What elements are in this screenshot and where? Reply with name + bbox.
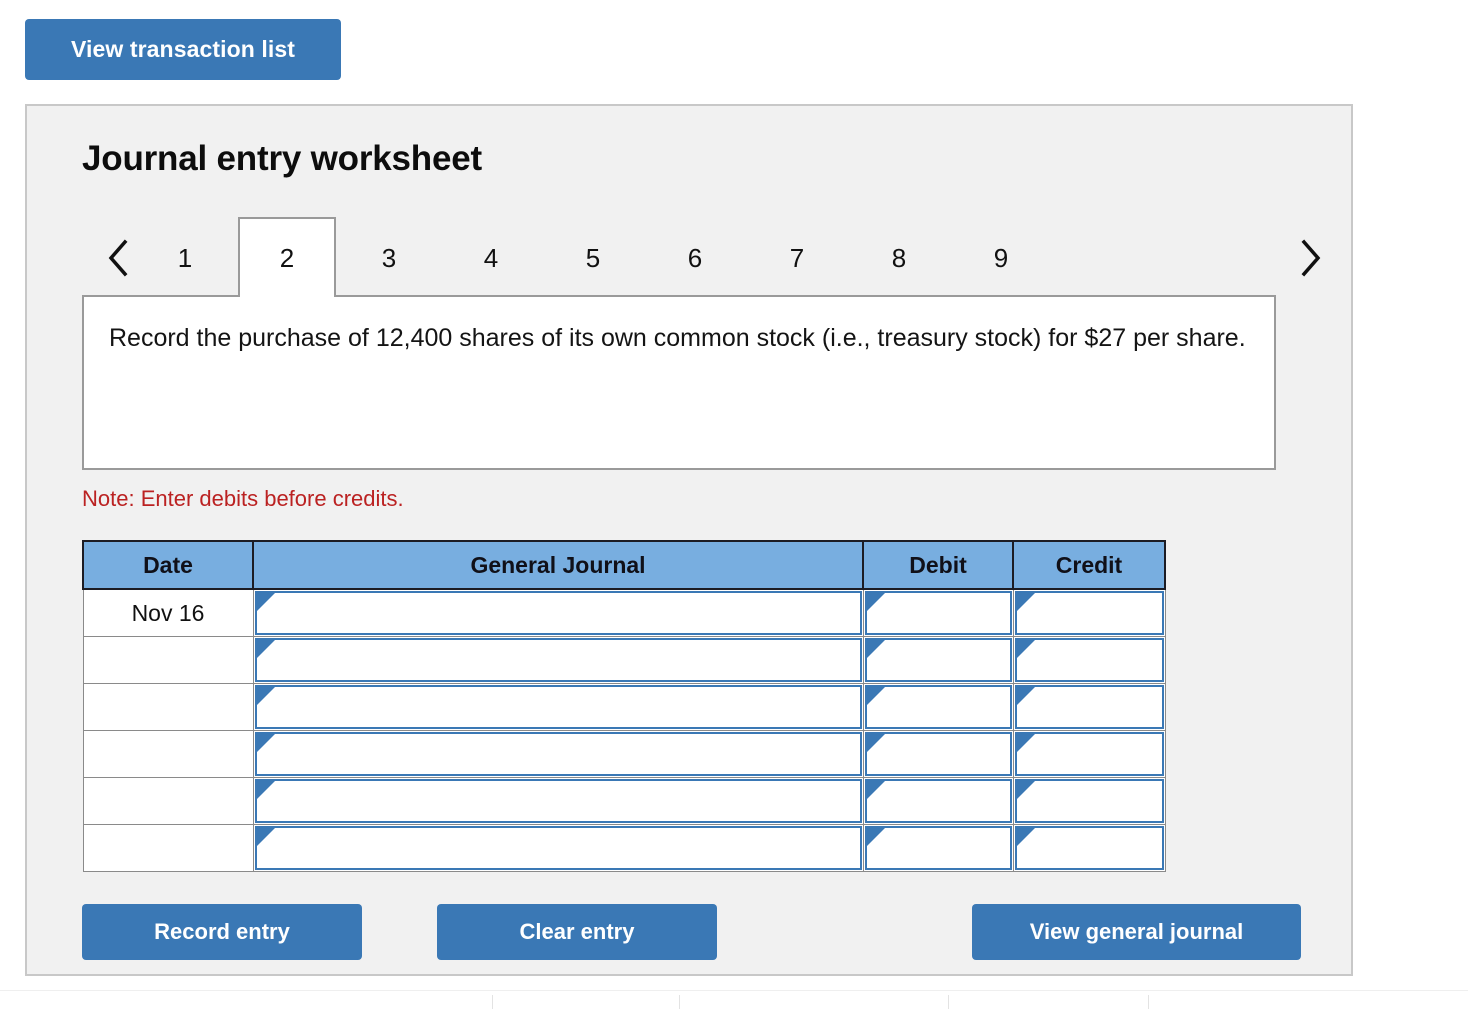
tab-label: 6 bbox=[688, 243, 702, 274]
credit-input-cell[interactable] bbox=[1013, 684, 1165, 731]
chevron-left-icon bbox=[107, 239, 129, 277]
general-journal-input-cell[interactable] bbox=[253, 778, 863, 825]
tab-9[interactable]: 9 bbox=[952, 219, 1050, 297]
date-cell[interactable]: Nov 16 bbox=[83, 589, 253, 637]
view-general-journal-button[interactable]: View general journal bbox=[972, 904, 1301, 960]
chevron-right-icon bbox=[1299, 239, 1321, 277]
prev-tab-button[interactable] bbox=[96, 227, 140, 289]
tab-8[interactable]: 8 bbox=[850, 219, 948, 297]
debit-input[interactable] bbox=[865, 685, 1012, 729]
table-row bbox=[83, 825, 1165, 872]
table-header-row: Date General Journal Debit Credit bbox=[83, 541, 1165, 589]
strip-divider bbox=[948, 995, 949, 1009]
credit-input[interactable] bbox=[1015, 591, 1164, 635]
journal-entry-worksheet-panel: Journal entry worksheet 1 2 3 4 5 6 7 8 … bbox=[25, 104, 1353, 976]
table-row bbox=[83, 778, 1165, 825]
tab-label: 4 bbox=[484, 243, 498, 274]
table-row bbox=[83, 637, 1165, 684]
table-row bbox=[83, 684, 1165, 731]
general-journal-input[interactable] bbox=[255, 591, 862, 635]
tab-label: 8 bbox=[892, 243, 906, 274]
worksheet-tab-strip: 1 2 3 4 5 6 7 8 9 bbox=[82, 219, 1332, 297]
date-cell[interactable] bbox=[83, 637, 253, 684]
next-tab-button[interactable] bbox=[1288, 227, 1332, 289]
tab-label: 1 bbox=[178, 243, 192, 274]
tab-5[interactable]: 5 bbox=[544, 219, 642, 297]
credit-input[interactable] bbox=[1015, 638, 1164, 682]
debits-before-credits-note: Note: Enter debits before credits. bbox=[82, 486, 404, 512]
tab-label: 3 bbox=[382, 243, 396, 274]
general-journal-input[interactable] bbox=[255, 826, 862, 870]
general-journal-input[interactable] bbox=[255, 685, 862, 729]
clear-entry-button[interactable]: Clear entry bbox=[437, 904, 717, 960]
credit-input-cell[interactable] bbox=[1013, 731, 1165, 778]
debit-input[interactable] bbox=[865, 826, 1012, 870]
tab-label: 7 bbox=[790, 243, 804, 274]
tab-4[interactable]: 4 bbox=[442, 219, 540, 297]
credit-input-cell[interactable] bbox=[1013, 589, 1165, 637]
credit-input-cell[interactable] bbox=[1013, 637, 1165, 684]
bottom-cutoff-strip bbox=[0, 990, 1468, 1008]
credit-input-cell[interactable] bbox=[1013, 778, 1165, 825]
debit-input-cell[interactable] bbox=[863, 731, 1013, 778]
column-header-general-journal: General Journal bbox=[253, 541, 863, 589]
general-journal-input-cell[interactable] bbox=[253, 637, 863, 684]
table-row bbox=[83, 731, 1165, 778]
debit-input-cell[interactable] bbox=[863, 637, 1013, 684]
transaction-description-text: Record the purchase of 12,400 shares of … bbox=[109, 319, 1252, 357]
general-journal-input-cell[interactable] bbox=[253, 825, 863, 872]
date-cell[interactable] bbox=[83, 778, 253, 825]
column-header-debit: Debit bbox=[863, 541, 1013, 589]
debit-input-cell[interactable] bbox=[863, 825, 1013, 872]
credit-input[interactable] bbox=[1015, 826, 1164, 870]
credit-input-cell[interactable] bbox=[1013, 825, 1165, 872]
credit-input[interactable] bbox=[1015, 685, 1164, 729]
general-journal-input[interactable] bbox=[255, 638, 862, 682]
view-transaction-list-button[interactable]: View transaction list bbox=[25, 19, 341, 80]
general-journal-input[interactable] bbox=[255, 779, 862, 823]
debit-input[interactable] bbox=[865, 779, 1012, 823]
tab-label: 9 bbox=[994, 243, 1008, 274]
date-cell[interactable] bbox=[83, 731, 253, 778]
general-journal-input[interactable] bbox=[255, 732, 862, 776]
tab-label: 2 bbox=[280, 243, 294, 274]
tab-6[interactable]: 6 bbox=[646, 219, 744, 297]
record-entry-button[interactable]: Record entry bbox=[82, 904, 362, 960]
debit-input[interactable] bbox=[865, 732, 1012, 776]
debit-input[interactable] bbox=[865, 591, 1012, 635]
strip-divider bbox=[1148, 995, 1149, 1009]
tab-7[interactable]: 7 bbox=[748, 219, 846, 297]
credit-input[interactable] bbox=[1015, 779, 1164, 823]
credit-input[interactable] bbox=[1015, 732, 1164, 776]
general-journal-input-cell[interactable] bbox=[253, 589, 863, 637]
strip-divider bbox=[679, 995, 680, 1009]
tab-3[interactable]: 3 bbox=[340, 219, 438, 297]
tab-1[interactable]: 1 bbox=[136, 219, 234, 297]
general-journal-input-cell[interactable] bbox=[253, 731, 863, 778]
debit-input-cell[interactable] bbox=[863, 778, 1013, 825]
debit-input-cell[interactable] bbox=[863, 684, 1013, 731]
date-cell[interactable] bbox=[83, 825, 253, 872]
tab-2[interactable]: 2 bbox=[238, 217, 336, 297]
table-row: Nov 16 bbox=[83, 589, 1165, 637]
journal-entry-table: Date General Journal Debit Credit Nov 16 bbox=[82, 540, 1166, 872]
general-journal-input-cell[interactable] bbox=[253, 684, 863, 731]
date-cell[interactable] bbox=[83, 684, 253, 731]
column-header-credit: Credit bbox=[1013, 541, 1165, 589]
debit-input-cell[interactable] bbox=[863, 589, 1013, 637]
tab-label: 5 bbox=[586, 243, 600, 274]
debit-input[interactable] bbox=[865, 638, 1012, 682]
page-title: Journal entry worksheet bbox=[82, 139, 482, 179]
strip-divider bbox=[492, 995, 493, 1009]
transaction-description-box: Record the purchase of 12,400 shares of … bbox=[82, 295, 1276, 470]
column-header-date: Date bbox=[83, 541, 253, 589]
